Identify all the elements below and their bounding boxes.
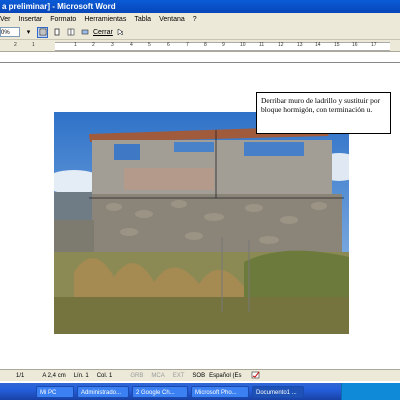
status-bar: 1/1 A 2,4 cm Lín. 1 Col. 1 GRB MCA EXT S… — [0, 369, 400, 381]
status-mca[interactable]: MCA — [151, 373, 164, 379]
ruler-number: 13 — [297, 42, 303, 48]
full-screen-icon[interactable] — [79, 27, 90, 38]
status-position: A 2,4 cm — [42, 372, 66, 379]
system-tray[interactable] — [341, 383, 400, 400]
zoom-page-icon[interactable] — [37, 26, 48, 38]
dropdown-arrow-icon[interactable]: ▾ — [23, 27, 34, 38]
menu-insertar[interactable]: Insertar — [19, 16, 43, 23]
ruler-number: 10 — [240, 42, 246, 48]
taskbar-label: Documento1 ... — [256, 389, 297, 396]
window-title-bar: a preliminar] - Microsoft Word — [0, 0, 400, 13]
ruler-number: 1 — [74, 42, 77, 48]
ruler-number: 1 — [32, 42, 35, 48]
callout-text-box[interactable]: Derribar muro de ladrillo y sustituir po… — [256, 92, 391, 134]
ruler-number: 3 — [111, 42, 114, 48]
taskbar-item-mi-pc[interactable]: Mi PC — [36, 385, 74, 398]
ruler-number: 5 — [148, 42, 151, 48]
menu-help[interactable]: ? — [193, 16, 197, 23]
help-icon[interactable] — [116, 27, 127, 38]
status-sob[interactable]: SOB — [192, 373, 205, 379]
status-column: Col. 1 — [96, 372, 113, 379]
menu-tabla[interactable]: Tabla — [134, 16, 151, 23]
ruler-number: 6 — [167, 42, 170, 48]
status-language: Español (Es — [209, 372, 242, 379]
ruler-number: 9 — [222, 42, 225, 48]
multiple-pages-icon[interactable] — [65, 27, 76, 38]
zoom-select[interactable]: 0% — [0, 27, 20, 37]
taskbar-item-documento1[interactable]: Documento1 ... — [252, 385, 304, 398]
menu-herramientas[interactable]: Herramientas — [84, 16, 126, 23]
ruler-number: 7 — [186, 42, 189, 48]
taskbar-item-google-chrome[interactable]: 2 Google Ch... — [132, 385, 188, 398]
taskbar-label: Microsoft Pho... — [195, 389, 237, 396]
toolbar: 0% ▾ Cerrar — [0, 25, 400, 40]
ruler-number: 15 — [334, 42, 340, 48]
window-title: a preliminar] - Microsoft Word — [2, 2, 116, 11]
building-photo[interactable] — [54, 112, 349, 334]
status-ext[interactable]: EXT — [173, 373, 185, 379]
ruler-number: 8 — [204, 42, 207, 48]
menu-bar: Ver Insertar Formato Herramientas Tabla … — [0, 13, 400, 25]
callout-text: Derribar muro de ladrillo y sustituir po… — [261, 96, 381, 114]
ruler-number: 14 — [315, 42, 321, 48]
taskbar-item-administrador[interactable]: Administrado... — [77, 385, 129, 398]
menu-ver[interactable]: Ver — [0, 16, 11, 23]
close-preview-button[interactable]: Cerrar — [93, 29, 113, 36]
taskbar-label: Mi PC — [40, 389, 57, 396]
page-top-edge — [0, 62, 400, 63]
status-line: Lín. 1 — [73, 372, 89, 379]
taskbar-label: Administrado... — [81, 389, 122, 396]
ruler-number: 2 — [14, 42, 17, 48]
status-page: 1/1 — [16, 372, 25, 379]
taskbar-label: 2 Google Ch... — [136, 389, 175, 396]
menu-ventana[interactable]: Ventana — [159, 16, 185, 23]
ruler-number: 11 — [259, 42, 265, 48]
one-page-icon[interactable] — [51, 27, 62, 38]
taskbar-item-microsoft-photo[interactable]: Microsoft Pho... — [191, 385, 249, 398]
menu-formato[interactable]: Formato — [50, 16, 76, 23]
ruler-number: 4 — [130, 42, 133, 48]
horizontal-ruler[interactable]: 1 2 1 2 3 4 5 6 7 8 9 10 11 12 13 14 15 … — [0, 40, 400, 52]
spelling-check-icon[interactable] — [251, 371, 261, 381]
ruler-number: 17 — [371, 42, 377, 48]
ruler-number: 16 — [352, 42, 358, 48]
status-grb[interactable]: GRB — [130, 373, 143, 379]
ruler-number: 12 — [278, 42, 284, 48]
taskbar: Mi PC Administrado... 2 Google Ch... Mic… — [0, 383, 400, 400]
ruler-number: 2 — [92, 42, 95, 48]
